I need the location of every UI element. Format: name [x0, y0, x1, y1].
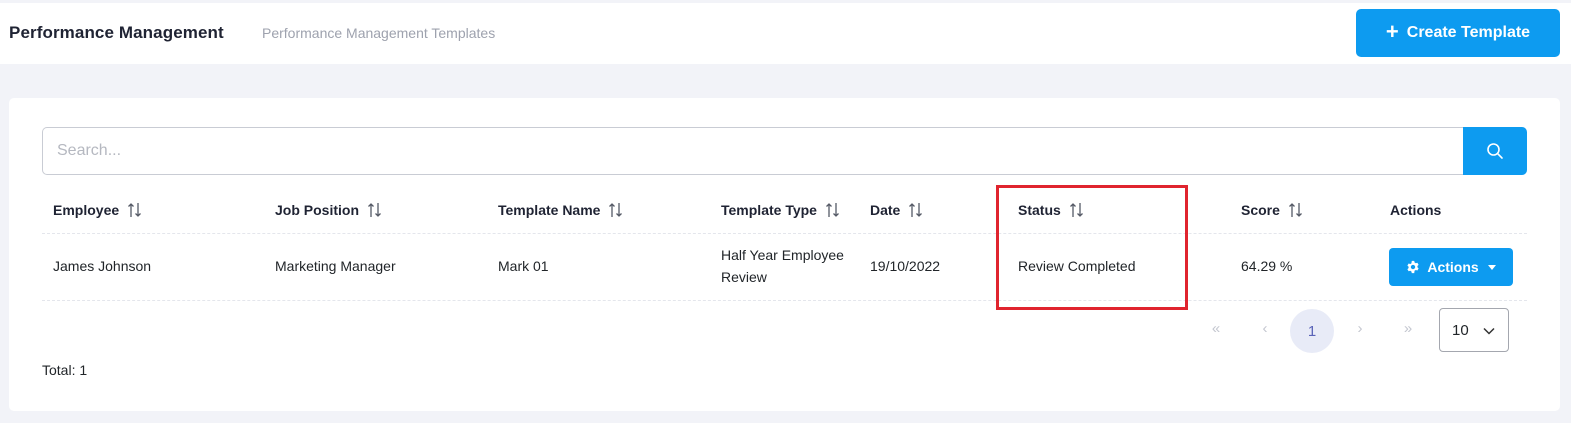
- column-label: Actions: [1390, 202, 1442, 218]
- per-page-value: 10: [1452, 321, 1469, 339]
- cell-template-type-line: Review: [721, 269, 767, 285]
- cell-date: 19/10/2022: [870, 258, 941, 274]
- sort-icon[interactable]: [608, 202, 624, 218]
- column-label: Template Type: [721, 202, 817, 218]
- row-actions-button[interactable]: Actions: [1389, 248, 1513, 286]
- status-highlight-box: [996, 185, 1188, 310]
- cell-template-type: Half Year Employee Review: [721, 244, 844, 288]
- column-header-template-name[interactable]: Template Name: [498, 202, 624, 218]
- row-divider: [42, 300, 1527, 301]
- column-header-score[interactable]: Score: [1241, 202, 1304, 218]
- plus-icon: +: [1385, 19, 1399, 44]
- search-icon: [1487, 143, 1503, 159]
- search-bar: [42, 127, 1527, 175]
- column-label: Job Position: [275, 202, 359, 218]
- sort-icon[interactable]: [367, 202, 383, 218]
- templates-card: Employee Job Position Template Name Temp…: [9, 98, 1560, 411]
- search-input[interactable]: [42, 127, 1463, 175]
- page-number-button[interactable]: 1: [1290, 309, 1334, 353]
- last-page-button[interactable]: »: [1400, 320, 1416, 337]
- first-page-button[interactable]: «: [1208, 320, 1224, 337]
- sort-icon[interactable]: [825, 202, 841, 218]
- row-divider: [42, 233, 1527, 234]
- column-label: Employee: [53, 202, 120, 218]
- sort-icon[interactable]: [127, 202, 143, 218]
- sort-icon[interactable]: [1288, 202, 1304, 218]
- per-page-select[interactable]: 10: [1439, 308, 1509, 352]
- cell-template-type-line: Half Year Employee: [721, 247, 844, 263]
- column-header-actions: Actions: [1390, 202, 1441, 218]
- top-header: Performance Management Performance Manag…: [0, 3, 1571, 64]
- column-label: Template Name: [498, 202, 601, 218]
- column-label: Score: [1241, 202, 1280, 218]
- column-header-job-position[interactable]: Job Position: [275, 202, 383, 218]
- page-subtitle: Performance Management Templates: [262, 25, 496, 41]
- column-header-employee[interactable]: Employee: [53, 202, 143, 218]
- chevron-down-icon: [1483, 327, 1495, 335]
- column-label: Date: [870, 202, 901, 218]
- prev-page-button[interactable]: ‹: [1259, 320, 1271, 337]
- page-title: Performance Management: [9, 23, 224, 42]
- column-header-date[interactable]: Date: [870, 202, 924, 218]
- cell-employee: James Johnson: [53, 258, 152, 274]
- total-count: Total: 1: [42, 362, 88, 378]
- next-page-button[interactable]: ›: [1354, 320, 1366, 337]
- cell-score: 64.29 %: [1241, 258, 1293, 274]
- cell-job-position: Marketing Manager: [275, 258, 396, 274]
- cell-template-name: Mark 01: [498, 258, 549, 274]
- sort-icon[interactable]: [908, 202, 924, 218]
- search-button[interactable]: [1463, 127, 1527, 175]
- create-template-label: Create Template: [1406, 24, 1531, 41]
- row-actions-label: Actions: [1427, 259, 1479, 275]
- create-template-button[interactable]: + Create Template: [1356, 9, 1560, 57]
- column-header-template-type[interactable]: Template Type: [721, 202, 841, 218]
- caret-down-icon: [1487, 264, 1496, 270]
- gear-icon: [1407, 260, 1419, 274]
